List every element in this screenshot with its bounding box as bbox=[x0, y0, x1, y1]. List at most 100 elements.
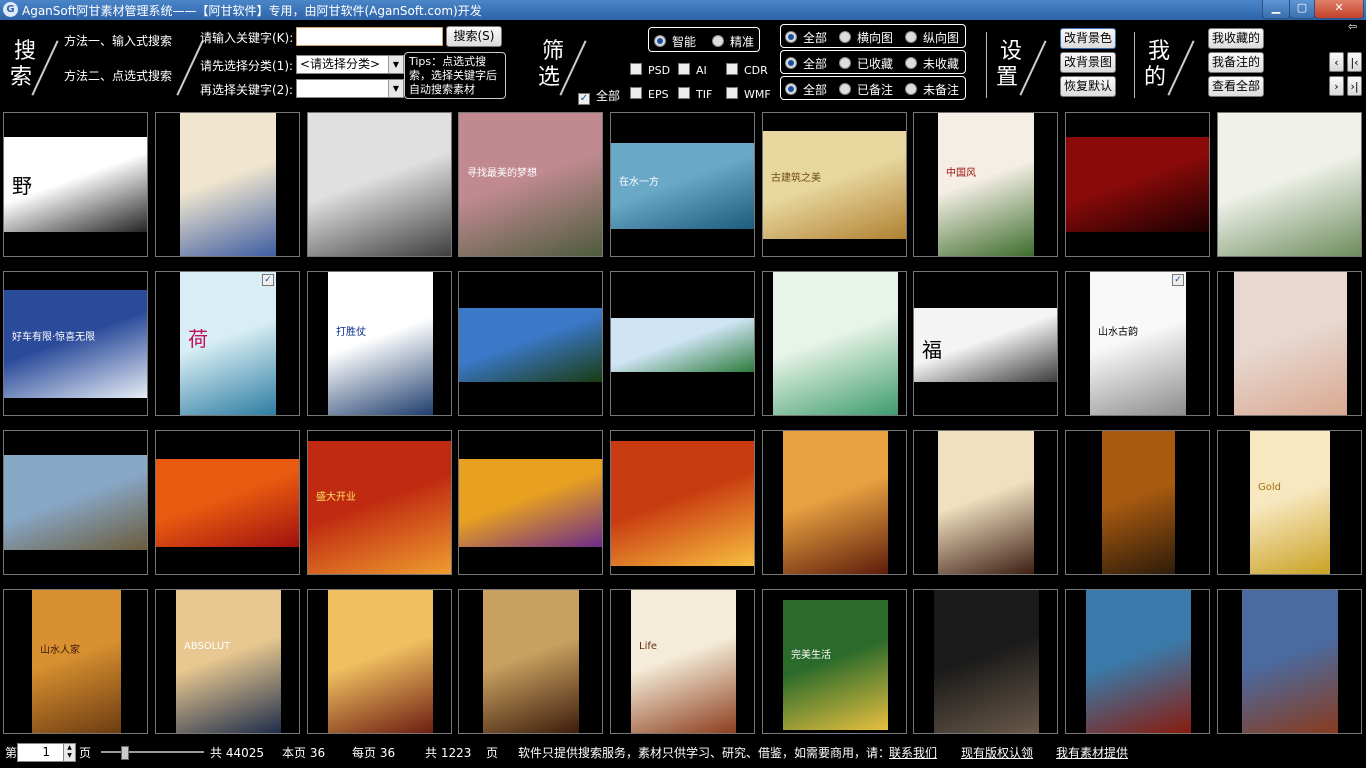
note-yes-radio[interactable]: 已备注 bbox=[839, 81, 893, 98]
thumbnail-image[interactable]: 荷 bbox=[180, 272, 276, 415]
thumbnail-image[interactable]: Life bbox=[631, 590, 736, 733]
keyword2-select[interactable]: ▼ bbox=[296, 79, 404, 98]
thumbnail-image[interactable]: ABSOLUT bbox=[176, 590, 281, 733]
fav-yes-radio[interactable]: 已收藏 bbox=[839, 55, 893, 72]
thumbnail-cell[interactable]: 福 bbox=[913, 271, 1058, 416]
note-all-radio[interactable]: 全部 bbox=[785, 81, 827, 98]
thumbnail-cell[interactable] bbox=[307, 589, 452, 734]
thumbnail-cell[interactable]: 荷 ✓ bbox=[155, 271, 300, 416]
thumbnail-cell[interactable] bbox=[762, 430, 907, 575]
thumbnail-image[interactable] bbox=[611, 318, 754, 372]
page-spinner[interactable]: ▲ ▼ bbox=[63, 743, 76, 762]
thumbnail-cell[interactable] bbox=[3, 430, 148, 575]
thumbnail-image[interactable]: 山水古韵 bbox=[1090, 272, 1186, 415]
thumbnail-image[interactable] bbox=[1234, 272, 1347, 415]
thumbnail-cell[interactable] bbox=[458, 430, 603, 575]
thumbnail-cell[interactable] bbox=[610, 430, 755, 575]
close-button[interactable]: ✕ bbox=[1314, 0, 1364, 19]
thumbnail-cell[interactable]: 在水一方 bbox=[610, 112, 755, 257]
thumbnail-cell[interactable] bbox=[1217, 271, 1362, 416]
thumbnail-image[interactable] bbox=[938, 431, 1034, 574]
my-notes-button[interactable]: 我备注的 bbox=[1208, 52, 1264, 73]
category-select[interactable]: <请选择分类> ▼ bbox=[296, 55, 404, 74]
minimize-button[interactable]: ▁ bbox=[1262, 0, 1290, 19]
thumbnail-image[interactable] bbox=[1086, 590, 1191, 733]
thumbnail-image[interactable]: Gold bbox=[1250, 431, 1330, 574]
pin-icon[interactable]: ⇦ bbox=[1348, 20, 1357, 33]
thumbnail-image[interactable]: 古建筑之美 bbox=[763, 131, 906, 239]
thumbnail-cell[interactable]: Life bbox=[610, 589, 755, 734]
thumbnail-image[interactable]: 寻找最美的梦想 bbox=[459, 113, 602, 256]
my-favorites-button[interactable]: 我收藏的 bbox=[1208, 28, 1264, 49]
chevron-down-icon[interactable]: ▼ bbox=[388, 56, 403, 73]
thumbnail-image[interactable]: 盛大开业 bbox=[308, 441, 451, 574]
thumbnail-selected-checkbox[interactable]: ✓ bbox=[262, 274, 274, 286]
thumbnail-image[interactable] bbox=[459, 459, 602, 547]
contact-us-link[interactable]: 联系我们 bbox=[889, 744, 937, 761]
thumbnail-cell[interactable]: 完美生活 bbox=[762, 589, 907, 734]
maximize-button[interactable]: ▢ bbox=[1289, 0, 1315, 19]
thumbnail-image[interactable] bbox=[459, 308, 602, 382]
first-page-button[interactable]: |‹ bbox=[1347, 52, 1362, 72]
thumbnail-image[interactable] bbox=[1066, 137, 1209, 232]
type-ai-checkbox[interactable]: AI bbox=[678, 63, 707, 77]
note-no-radio[interactable]: 未备注 bbox=[905, 81, 959, 98]
restore-default-button[interactable]: 恢复默认 bbox=[1060, 76, 1116, 97]
thumbnail-image[interactable]: 福 bbox=[914, 308, 1057, 382]
change-bg-image-button[interactable]: 改背景图 bbox=[1060, 52, 1116, 73]
thumbnail-cell[interactable] bbox=[913, 430, 1058, 575]
search-button[interactable]: 搜索(S) bbox=[446, 26, 502, 47]
thumbnail-cell[interactable] bbox=[762, 271, 907, 416]
thumbnail-cell[interactable] bbox=[1065, 112, 1210, 257]
type-tif-checkbox[interactable]: TIF bbox=[678, 87, 712, 101]
thumbnail-image[interactable] bbox=[611, 441, 754, 566]
thumbnail-cell[interactable] bbox=[913, 589, 1058, 734]
thumbnail-image[interactable] bbox=[4, 455, 147, 550]
thumbnail-cell[interactable]: ABSOLUT bbox=[155, 589, 300, 734]
thumbnail-cell[interactable] bbox=[1217, 112, 1362, 257]
mode-exact-radio[interactable]: 精准 bbox=[712, 33, 754, 50]
copyright-claim-link[interactable]: 现有版权认领 bbox=[961, 744, 1033, 761]
thumbnail-image[interactable] bbox=[328, 590, 433, 733]
thumbnail-selected-checkbox[interactable]: ✓ bbox=[1172, 274, 1184, 286]
thumbnail-image[interactable] bbox=[934, 590, 1039, 733]
thumbnail-image[interactable]: 好车有限·惊喜无限 bbox=[4, 290, 147, 398]
thumbnail-cell[interactable]: 打胜仗 bbox=[307, 271, 452, 416]
thumbnail-image[interactable] bbox=[783, 431, 888, 574]
thumbnail-image[interactable]: 在水一方 bbox=[611, 143, 754, 229]
thumbnail-cell[interactable] bbox=[1065, 589, 1210, 734]
slider-handle[interactable] bbox=[121, 746, 129, 760]
thumbnail-image[interactable]: 中国风 bbox=[938, 113, 1034, 256]
thumbnail-cell[interactable] bbox=[155, 112, 300, 257]
provide-material-link[interactable]: 我有素材提供 bbox=[1056, 744, 1128, 761]
thumbnail-cell[interactable]: 山水古韵 ✓ bbox=[1065, 271, 1210, 416]
keyword-input[interactable] bbox=[296, 27, 443, 46]
thumbnail-image[interactable] bbox=[773, 272, 898, 415]
type-psd-checkbox[interactable]: PSD bbox=[630, 63, 670, 77]
orient-landscape-radio[interactable]: 横向图 bbox=[839, 29, 893, 46]
thumbnail-cell[interactable]: 好车有限·惊喜无限 bbox=[3, 271, 148, 416]
prev-page-button[interactable]: ‹ bbox=[1329, 52, 1344, 72]
type-cdr-checkbox[interactable]: CDR bbox=[726, 63, 768, 77]
thumbnail-cell[interactable]: Gold bbox=[1217, 430, 1362, 575]
view-all-button[interactable]: 查看全部 bbox=[1208, 76, 1264, 97]
thumbnail-image[interactable]: 打胜仗 bbox=[328, 272, 433, 415]
thumbnail-cell[interactable] bbox=[155, 430, 300, 575]
last-page-button[interactable]: ›| bbox=[1347, 76, 1362, 96]
chevron-down-icon[interactable]: ▼ bbox=[388, 80, 403, 97]
thumbnail-image[interactable] bbox=[180, 113, 276, 256]
thumbnail-image[interactable]: 山水人家 bbox=[32, 590, 121, 733]
fav-all-radio[interactable]: 全部 bbox=[785, 55, 827, 72]
change-bg-color-button[interactable]: 改背景色 bbox=[1060, 28, 1116, 49]
fav-no-radio[interactable]: 未收藏 bbox=[905, 55, 959, 72]
thumbnail-cell[interactable]: 盛大开业 bbox=[307, 430, 452, 575]
thumbnail-cell[interactable] bbox=[307, 112, 452, 257]
thumbnail-image[interactable]: 完美生活 bbox=[783, 600, 888, 730]
type-wmf-checkbox[interactable]: WMF bbox=[726, 87, 771, 101]
thumbnail-image[interactable] bbox=[308, 113, 451, 256]
orient-portrait-radio[interactable]: 纵向图 bbox=[905, 29, 959, 46]
mode-smart-radio[interactable]: 智能 bbox=[654, 33, 696, 50]
thumbnail-image[interactable] bbox=[1242, 590, 1338, 733]
thumbnail-cell[interactable]: 野 bbox=[3, 112, 148, 257]
thumbnail-cell[interactable] bbox=[458, 589, 603, 734]
